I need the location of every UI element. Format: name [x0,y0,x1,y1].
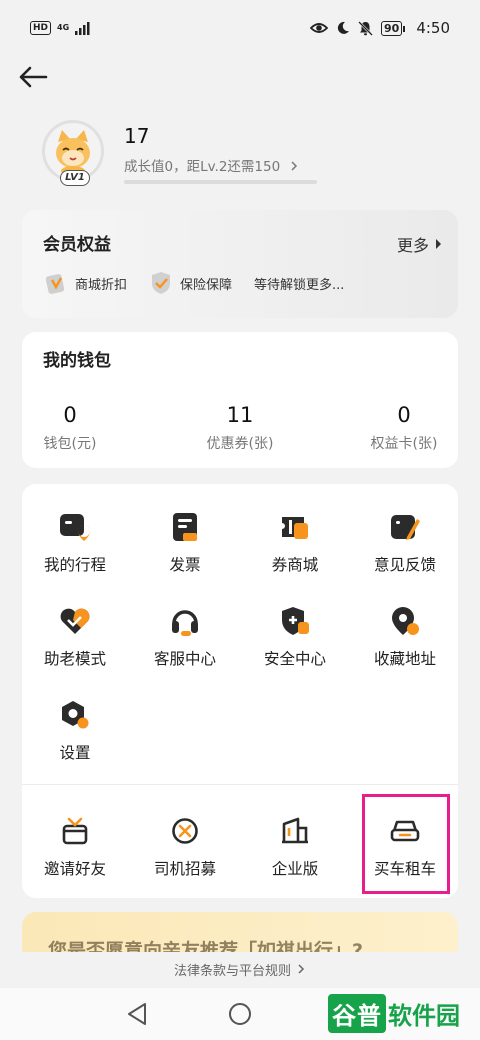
menu-label: 我的行程 [43,556,106,574]
network-badge: 4G [57,23,70,32]
invoice-icon [167,510,203,544]
growth-info[interactable]: 成长值0，距Lv.2还需150 [124,155,299,175]
wallet-label: 钱包(元) [43,436,97,452]
coupon-mall-icon [277,510,313,544]
arrow-left-icon [19,66,48,88]
headset-icon [167,604,203,638]
menu-item-settings[interactable]: 设置 [22,698,128,763]
location-star-icon [387,604,423,638]
moon-icon [337,21,349,34]
gift-icon [57,814,93,848]
menu-label: 邀请好友 [43,860,106,878]
system-nav-bar: 谷普 软件园 [0,988,480,1040]
menu-item-coupon-mall[interactable]: 券商城 [242,510,348,575]
status-bar: HD 4G 90 4:50 [0,0,480,56]
wallet-value: 11 [226,403,254,427]
back-button[interactable] [16,62,50,92]
menu-label: 收藏地址 [373,650,436,668]
shopping-tag-icon [45,274,65,294]
cat-mascot-icon [56,130,90,176]
signal-icon [75,22,90,35]
benefit-label: 保险保障 [180,277,233,293]
mute-bell-icon [358,20,373,36]
wallet-value: 0 [397,403,411,427]
menu-item-invoice[interactable]: 发票 [132,510,238,575]
member-benefits-card[interactable]: 会员权益 更多 商城折扣 保险保障 等待解锁更多... [22,210,458,318]
elderly-mode-icon [57,604,93,638]
settings-icon [57,698,93,732]
eye-icon [310,23,328,33]
caret-right-icon [436,239,441,249]
menu-item-my-trips[interactable]: 我的行程 [22,510,128,575]
steering-wheel-icon [167,814,203,848]
feedback-icon [387,510,423,544]
promo-text: 您是否愿意向亲友推荐「如祺出行」? [48,940,364,952]
menu-label: 设置 [59,744,91,762]
menu-label: 司机招募 [153,860,216,878]
chevron-right-icon [290,161,297,171]
trip-icon [57,510,93,544]
growth-text: 成长值0，距Lv.2还需150 [124,159,281,175]
nav-home-icon[interactable] [229,1003,251,1025]
menu-item-driver-recruit[interactable]: 司机招募 [132,814,238,879]
benefits-more-label: 更多 [396,236,429,255]
benefits-more-button[interactable]: 更多 [397,232,442,256]
profile-header[interactable]: LV1 17 成长值0，距Lv.2还需150 [42,120,442,190]
services-card: 我的行程 发票 券商城 意见反馈 助老模式 客服中心 安全中心 收藏地址 设置 … [22,484,458,898]
legal-text: 法律条款与平台规则 [173,963,291,979]
menu-label: 发票 [169,556,201,574]
shield-check-icon [152,272,171,294]
menu-item-feedback[interactable]: 意见反馈 [352,510,458,575]
wallet-label: 优惠券(张) [206,436,274,452]
wallet-card: 我的钱包 0 钱包(元) 11 优惠券(张) 0 权益卡(张) [22,332,458,468]
level-badge: LV1 [60,170,90,186]
wallet-coupons[interactable]: 11 优惠券(张) [180,402,300,453]
benefits-title: 会员权益 [43,235,111,255]
growth-progress-bar [124,180,317,184]
hd-badge: HD [30,21,52,35]
menu-label: 助老模式 [43,650,106,668]
nav-back-icon[interactable] [126,1002,148,1026]
benefits-pending-text: 等待解锁更多... [254,277,345,293]
chevron-right-icon [298,964,305,974]
highlight-box [362,794,450,894]
benefit-item-mall-discount[interactable]: 商城折扣 [44,270,127,296]
security-shield-icon [277,604,313,638]
menu-label: 安全中心 [263,650,326,668]
clock: 4:50 [416,19,450,37]
watermark-part-b: 软件园 [388,1001,460,1030]
recommendation-survey-banner[interactable]: 您是否愿意向亲友推荐「如祺出行」? [22,912,458,952]
menu-label: 券商城 [271,556,319,574]
status-right: 90 4:50 [310,19,450,37]
watermark-logo: 谷普 软件园 [328,990,472,1036]
watermark-part-a: 谷普 [328,993,386,1033]
wallet-label: 权益卡(张) [370,436,438,452]
menu-label: 意见反馈 [373,556,436,574]
wallet-title: 我的钱包 [43,351,111,371]
benefit-item-insurance[interactable]: 保险保障 [149,270,232,296]
divider [22,784,458,785]
menu-item-saved-addresses[interactable]: 收藏地址 [352,604,458,669]
menu-item-security-center[interactable]: 安全中心 [242,604,348,669]
menu-label: 企业版 [271,860,319,878]
menu-label: 客服中心 [153,650,216,668]
menu-item-invite-friends[interactable]: 邀请好友 [22,814,128,879]
battery-indicator: 90 [381,20,406,36]
status-left: HD 4G [30,21,91,35]
benefit-label: 商城折扣 [75,277,128,293]
legal-terms-link[interactable]: 法律条款与平台规则 [0,952,480,986]
wallet-balance[interactable]: 0 钱包(元) [10,402,130,453]
user-name: 17 [124,124,150,148]
benefit-row: 商城折扣 保险保障 等待解锁更多... [44,270,344,296]
menu-item-elderly-mode[interactable]: 助老模式 [22,604,128,669]
wallet-value: 0 [63,403,77,427]
building-icon [277,814,313,848]
wallet-benefit-cards[interactable]: 0 权益卡(张) [344,402,464,453]
menu-item-customer-service[interactable]: 客服中心 [132,604,238,669]
menu-item-enterprise[interactable]: 企业版 [242,814,348,879]
